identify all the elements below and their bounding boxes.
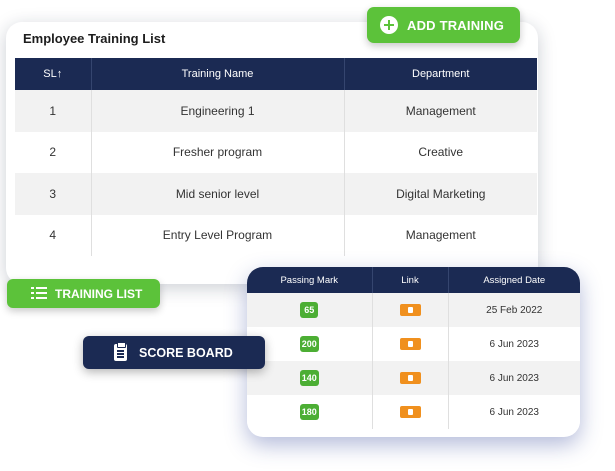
add-training-label: ADD TRAINING bbox=[407, 17, 505, 33]
card-title: Employee Training List bbox=[23, 31, 166, 46]
score-table: Passing Mark Link Assigned Date 65 25 Fe… bbox=[247, 267, 580, 429]
table-row[interactable]: 1 Engineering 1 Management bbox=[15, 90, 537, 132]
training-list-button[interactable]: TRAINING LIST bbox=[7, 279, 160, 308]
table-row[interactable]: 3 Mid senior level Digital Marketing bbox=[15, 173, 537, 215]
cell-assigned-date: 6 Jun 2023 bbox=[489, 338, 540, 350]
passing-mark-badge: 180 bbox=[299, 404, 319, 420]
cell-training-name: Engineering 1 bbox=[91, 90, 345, 132]
add-training-button[interactable]: ADD TRAINING bbox=[367, 7, 520, 43]
table-header-row: SL↑ Training Name Department bbox=[15, 58, 537, 90]
cell-assigned-date: 25 Feb 2022 bbox=[486, 304, 543, 316]
cell-sl: 4 bbox=[15, 214, 92, 256]
plus-circle-icon bbox=[380, 16, 398, 34]
cell-passing-mark: 180 bbox=[247, 395, 373, 429]
cell-passing-mark: 200 bbox=[247, 327, 373, 361]
document-icon[interactable] bbox=[399, 406, 421, 418]
cell-department: Creative bbox=[418, 145, 464, 160]
cell-training-name: Entry Level Program bbox=[91, 214, 345, 256]
score-card: Passing Mark Link Assigned Date 65 25 Fe… bbox=[247, 267, 580, 437]
cell-department: Digital Marketing bbox=[396, 186, 486, 201]
score-header-row: Passing Mark Link Assigned Date bbox=[247, 267, 580, 293]
cell-sl: 1 bbox=[15, 90, 92, 132]
table-row[interactable]: 4 Entry Level Program Management bbox=[15, 214, 537, 256]
document-icon[interactable] bbox=[399, 338, 421, 350]
cell-link bbox=[372, 361, 449, 395]
clipboard-icon bbox=[114, 342, 127, 361]
passing-mark-badge: 200 bbox=[299, 336, 319, 352]
cell-sl: 2 bbox=[15, 131, 92, 173]
passing-mark-badge: 140 bbox=[299, 370, 319, 386]
cell-assigned-date: 6 Jun 2023 bbox=[489, 406, 540, 418]
column-header-link[interactable]: Link bbox=[372, 267, 449, 293]
table-row[interactable]: 2 Fresher program Creative bbox=[15, 131, 537, 173]
cell-department: Management bbox=[405, 228, 476, 243]
column-header-passing-mark[interactable]: Passing Mark bbox=[247, 267, 373, 293]
training-table: SL↑ Training Name Department 1 Engineeri… bbox=[15, 58, 537, 256]
column-header-sl[interactable]: SL↑ bbox=[15, 58, 92, 90]
column-header-assigned-date[interactable]: Assigned Date bbox=[448, 267, 580, 293]
cell-passing-mark: 140 bbox=[247, 361, 373, 395]
document-icon[interactable] bbox=[399, 304, 421, 316]
list-icon bbox=[31, 287, 47, 300]
cell-training-name: Fresher program bbox=[91, 131, 345, 173]
score-board-button[interactable]: SCORE BOARD bbox=[83, 336, 265, 369]
cell-department: Management bbox=[405, 103, 476, 118]
passing-mark-badge: 65 bbox=[300, 302, 319, 318]
table-row[interactable]: 65 25 Feb 2022 bbox=[247, 293, 580, 327]
cell-link bbox=[372, 327, 449, 361]
table-row[interactable]: 180 6 Jun 2023 bbox=[247, 395, 580, 429]
document-icon[interactable] bbox=[399, 372, 421, 384]
cell-assigned-date: 6 Jun 2023 bbox=[489, 372, 540, 384]
cell-link bbox=[372, 395, 449, 429]
table-row[interactable]: 140 6 Jun 2023 bbox=[247, 361, 580, 395]
cell-sl: 3 bbox=[15, 173, 92, 215]
cell-training-name: Mid senior level bbox=[91, 173, 345, 215]
training-list-label: TRAINING LIST bbox=[55, 286, 143, 301]
column-header-training-name[interactable]: Training Name bbox=[91, 58, 345, 90]
table-row[interactable]: 200 6 Jun 2023 bbox=[247, 327, 580, 361]
cell-passing-mark: 65 bbox=[247, 293, 373, 327]
score-board-label: SCORE BOARD bbox=[139, 345, 233, 360]
employee-training-card: Employee Training List SL↑ Training Name… bbox=[6, 22, 538, 284]
column-header-department[interactable]: Department bbox=[344, 58, 537, 90]
cell-link bbox=[372, 293, 449, 327]
